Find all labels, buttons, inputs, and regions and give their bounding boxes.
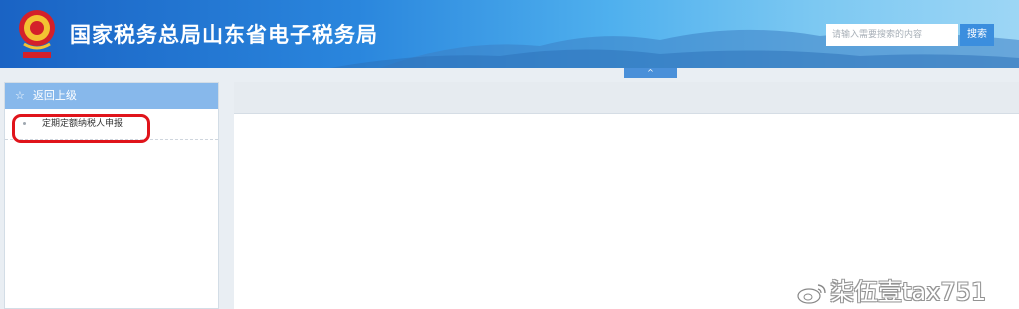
collapse-header-toggle[interactable]: ^: [624, 68, 677, 78]
back-to-parent-button[interactable]: ☆ 返回上级: [5, 83, 218, 109]
star-icon: ☆: [15, 89, 25, 102]
site-header: 国家税务总局山东省电子税务局 搜索: [0, 0, 1019, 68]
watermark-text: 柒伍壹tax751: [830, 278, 987, 306]
weibo-watermark: 柒伍壹tax751: [796, 272, 986, 307]
site-title: 国家税务总局山东省电子税务局: [70, 23, 378, 47]
weibo-icon: [797, 284, 826, 304]
red-highlight-annotation: [12, 114, 150, 143]
search-input[interactable]: [826, 24, 958, 46]
back-label: 返回上级: [32, 89, 77, 102]
tax-emblem-icon: [19, 10, 55, 58]
search-button[interactable]: 搜索: [960, 24, 994, 46]
content-toolbar: [234, 82, 1019, 114]
